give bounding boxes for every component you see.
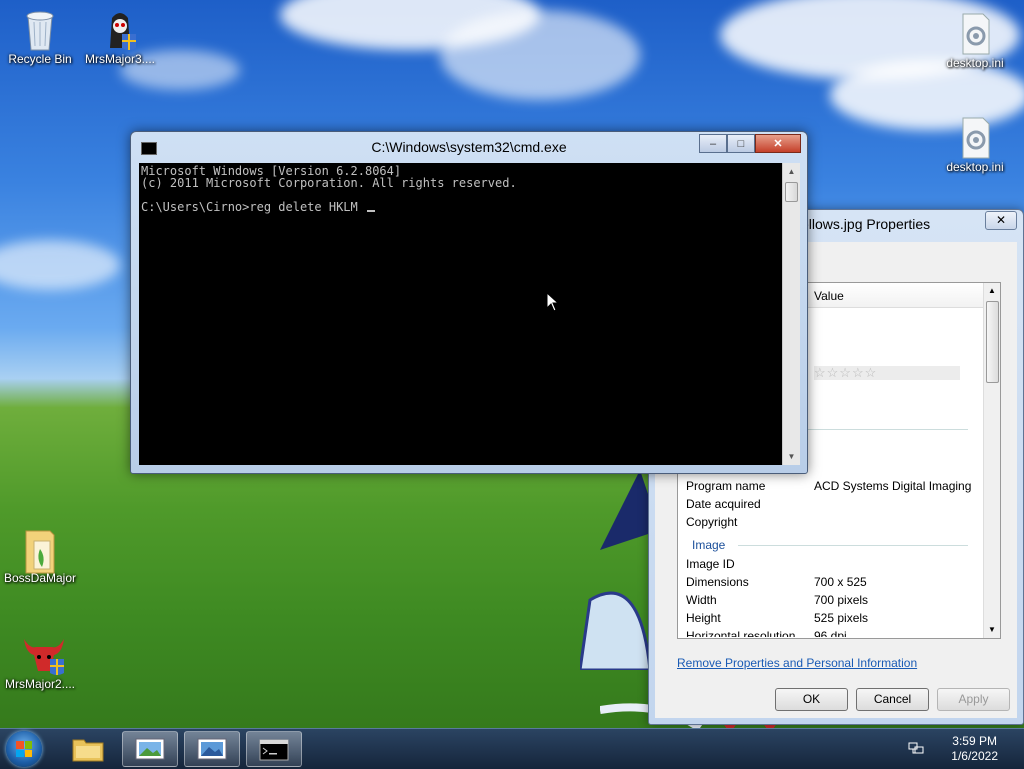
console-prompt: C:\Users\Cirno>reg delete HKLM: [141, 200, 365, 214]
mouse-pointer-icon: [546, 292, 560, 312]
dialog-title: ellows.jpg Properties: [801, 216, 931, 232]
apply-button[interactable]: Apply: [937, 688, 1010, 711]
maximize-icon: □: [737, 137, 745, 150]
window-controls: – □ ✕: [699, 134, 801, 153]
scroll-up-icon[interactable]: ▲: [783, 163, 800, 180]
scroll-down-icon[interactable]: ▼: [783, 448, 800, 465]
taskbar-cmd-button[interactable]: [246, 731, 302, 767]
recycle-bin-icon: [20, 8, 60, 51]
scrollbar-thumb[interactable]: [986, 301, 999, 383]
console-line: (c) 2011 Microsoft Corporation. All righ…: [141, 176, 517, 190]
section-heading-image: Image: [692, 538, 726, 552]
console-prompt-line: C:\Users\Cirno>reg delete HKLM: [141, 201, 782, 213]
folder-icon: [20, 527, 60, 574]
minimize-icon: –: [709, 137, 717, 150]
close-button[interactable]: ✕: [985, 211, 1017, 230]
close-button[interactable]: ✕: [755, 134, 801, 153]
desktop-icon-bossdamajor[interactable]: BossDaMajor: [0, 527, 80, 585]
picture-viewer-icon: [135, 738, 165, 760]
desktop-icon-label: desktop.ini: [946, 56, 1004, 70]
divider: [738, 545, 968, 546]
system-tray: 3:59 PM 1/6/2022: [904, 729, 1024, 769]
minimize-button[interactable]: –: [699, 134, 727, 153]
desktop-icon-mrsmajor2[interactable]: MrsMajor2....: [0, 633, 80, 691]
mrsmajor-bull-icon: [20, 633, 64, 675]
scroll-down-icon[interactable]: ▼: [984, 622, 1000, 638]
maximize-button[interactable]: □: [727, 134, 755, 153]
network-icon[interactable]: [908, 741, 924, 755]
title-bar[interactable]: C:\Windows\system32\cmd.exe – □ ✕: [131, 132, 807, 162]
cancel-button[interactable]: Cancel: [856, 688, 929, 711]
console-scrollbar[interactable]: ▲ ▼: [782, 163, 800, 465]
cmd-icon: [259, 739, 289, 761]
taskbar-explorer-button[interactable]: [60, 731, 116, 767]
property-row[interactable]: Copyright: [686, 515, 976, 533]
settings-file-icon: [955, 12, 995, 55]
text-cursor: [366, 210, 375, 212]
taskbar-picture-viewer-button[interactable]: [122, 731, 178, 767]
property-row[interactable]: Height 525 pixels: [686, 611, 976, 629]
settings-file-icon: [955, 116, 995, 159]
clock[interactable]: 3:59 PM 1/6/2022: [951, 734, 998, 764]
desktop-icon-mrsmajor3[interactable]: MrsMajor3....: [80, 8, 160, 66]
windows-logo-icon: [16, 741, 32, 757]
property-row[interactable]: Dimensions 700 x 525: [686, 575, 976, 593]
taskbar-picture-viewer-button-2[interactable]: [184, 731, 240, 767]
desktop-icon-label: MrsMajor3....: [84, 52, 155, 66]
desktop-icon-desktop-ini-2[interactable]: desktop.ini: [935, 116, 1015, 174]
start-button[interactable]: [6, 731, 42, 767]
property-row[interactable]: Width 700 pixels: [686, 593, 976, 611]
property-row[interactable]: Horizontal resolution 96 dpi: [686, 629, 976, 637]
desktop-icon-label: MrsMajor2....: [4, 677, 75, 691]
scroll-up-icon[interactable]: ▲: [984, 283, 1000, 299]
picture-viewer-icon: [197, 738, 227, 760]
clock-time: 3:59 PM: [952, 734, 997, 748]
desktop-icon-recycle-bin[interactable]: Recycle Bin: [0, 8, 80, 66]
clock-date: 1/6/2022: [951, 749, 998, 763]
scrollbar-thumb[interactable]: [785, 182, 798, 202]
list-scrollbar[interactable]: ▲ ▼: [983, 283, 1000, 638]
mrsmajor-skull-icon: [100, 8, 140, 50]
property-row[interactable]: Image ID: [686, 557, 976, 575]
close-icon: ✕: [995, 213, 1007, 227]
explorer-icon: [72, 739, 104, 762]
rating-stars[interactable]: ☆☆☆☆☆: [814, 366, 960, 380]
property-row[interactable]: Date acquired: [686, 497, 976, 515]
remove-properties-link[interactable]: Remove Properties and Personal Informati…: [677, 656, 917, 670]
cmd-window[interactable]: C:\Windows\system32\cmd.exe – □ ✕ Micros…: [130, 131, 808, 474]
console-output[interactable]: Microsoft Windows [Version 6.2.8064] (c) …: [139, 163, 782, 465]
ok-button[interactable]: OK: [775, 688, 848, 711]
taskbar: 3:59 PM 1/6/2022: [0, 728, 1024, 769]
desktop-icon-desktop-ini-1[interactable]: desktop.ini: [935, 12, 1015, 70]
desktop-icon-label: desktop.ini: [946, 160, 1004, 174]
desktop-icon-label: Recycle Bin: [8, 52, 72, 66]
property-row[interactable]: Program name ACD Systems Digital Imaging: [686, 479, 976, 497]
close-icon: ✕: [773, 138, 783, 150]
